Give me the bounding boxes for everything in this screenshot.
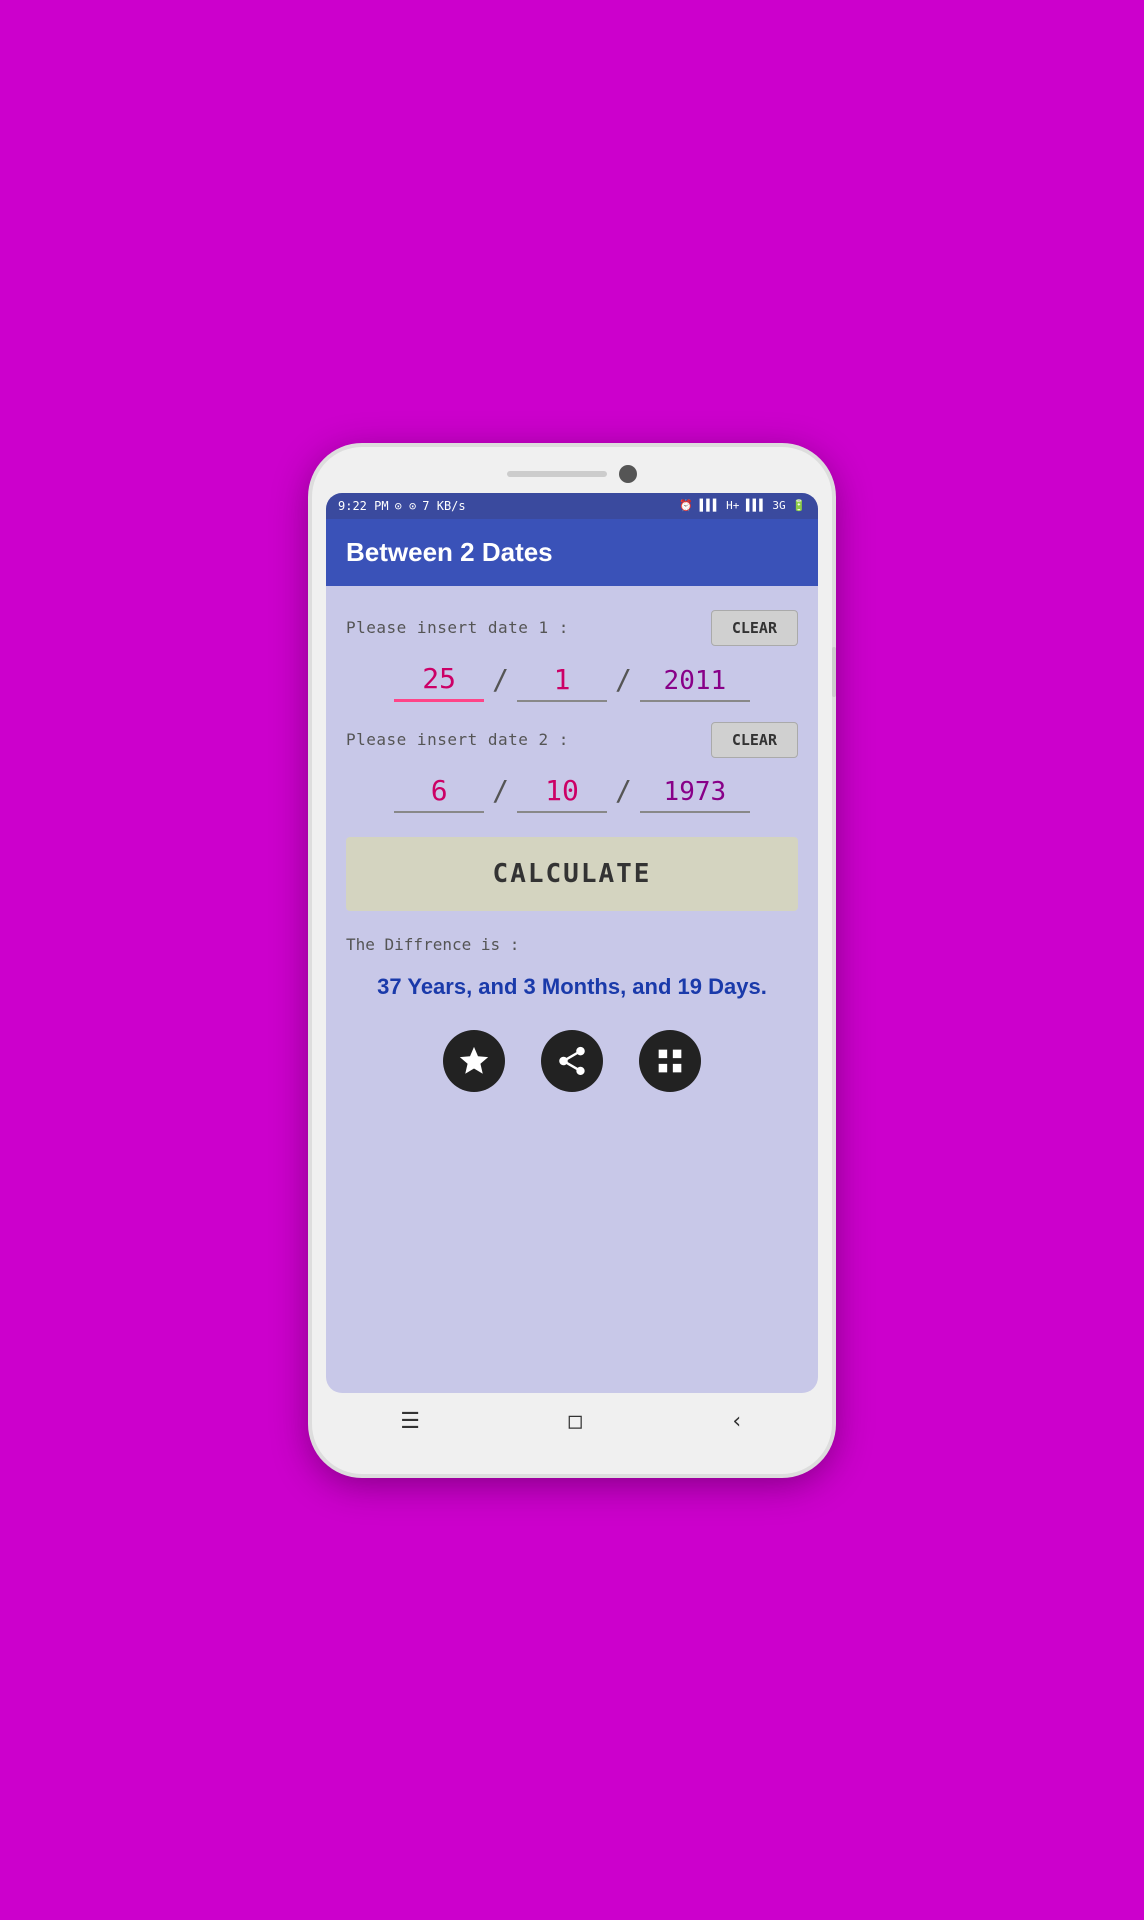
date1-sep2: / bbox=[615, 663, 632, 696]
status-right: ⏰ ▌▌▌ H+ ▌▌▌ 3G 🔋 bbox=[679, 499, 806, 512]
date2-day-input[interactable] bbox=[394, 774, 484, 813]
phone-top-hardware bbox=[326, 465, 818, 483]
phone-screen: 9:22 PM ⊙ ⊙ 7 KB/s ⏰ ▌▌▌ H+ ▌▌▌ 3G 🔋 Bet… bbox=[326, 493, 818, 1393]
favorite-icon bbox=[457, 1044, 491, 1078]
network-speed: 7 KB/s bbox=[422, 499, 465, 513]
status-bar: 9:22 PM ⊙ ⊙ 7 KB/s ⏰ ▌▌▌ H+ ▌▌▌ 3G 🔋 bbox=[326, 493, 818, 519]
phone-nav-bar: ☰ □ ‹ bbox=[326, 1393, 818, 1444]
time-display: 9:22 PM bbox=[338, 499, 389, 513]
result-value: 37 Years, and 3 Months, and 19 Days. bbox=[346, 974, 798, 1000]
date1-day-input[interactable] bbox=[394, 662, 484, 702]
share-button[interactable] bbox=[541, 1030, 603, 1092]
action-icons-row bbox=[346, 1030, 798, 1092]
app-title: Between 2 Dates bbox=[346, 537, 553, 567]
result-section: The Diffrence is : 37 Years, and 3 Month… bbox=[346, 935, 798, 1000]
date2-label: Please insert date 2 : bbox=[346, 730, 569, 749]
date1-section: Please insert date 1 : CLEAR / / bbox=[346, 610, 798, 702]
grid-icon bbox=[653, 1044, 687, 1078]
date1-month-input[interactable] bbox=[517, 663, 607, 702]
date1-label-row: Please insert date 1 : CLEAR bbox=[346, 610, 798, 646]
grid-button[interactable] bbox=[639, 1030, 701, 1092]
app-content: Please insert date 1 : CLEAR / / Please … bbox=[326, 586, 818, 1126]
favorite-button[interactable] bbox=[443, 1030, 505, 1092]
date1-year-input[interactable] bbox=[640, 666, 750, 702]
date2-section: Please insert date 2 : CLEAR / / bbox=[346, 722, 798, 813]
date1-sep1: / bbox=[492, 663, 509, 696]
speaker bbox=[507, 471, 607, 477]
phone-device: 9:22 PM ⊙ ⊙ 7 KB/s ⏰ ▌▌▌ H+ ▌▌▌ 3G 🔋 Bet… bbox=[312, 447, 832, 1474]
nav-back-button[interactable]: ‹ bbox=[730, 1409, 743, 1434]
result-label: The Diffrence is : bbox=[346, 935, 798, 954]
clear-date1-button[interactable]: CLEAR bbox=[711, 610, 798, 646]
clear-date2-button[interactable]: CLEAR bbox=[711, 722, 798, 758]
date2-sep2: / bbox=[615, 774, 632, 807]
share-icon bbox=[555, 1044, 589, 1078]
date1-label: Please insert date 1 : bbox=[346, 618, 569, 637]
nav-menu-button[interactable]: ☰ bbox=[400, 1409, 420, 1434]
status-left: 9:22 PM ⊙ ⊙ 7 KB/s bbox=[338, 499, 466, 513]
date2-label-row: Please insert date 2 : CLEAR bbox=[346, 722, 798, 758]
date2-inputs-row: / / bbox=[346, 774, 798, 813]
nav-home-button[interactable]: □ bbox=[569, 1409, 582, 1434]
status-right-icons: ⏰ ▌▌▌ H+ ▌▌▌ 3G 🔋 bbox=[679, 499, 806, 512]
status-icons: ⊙ ⊙ bbox=[395, 499, 417, 513]
front-camera bbox=[619, 465, 637, 483]
date2-year-input[interactable] bbox=[640, 777, 750, 813]
side-button bbox=[832, 647, 836, 697]
calculate-button[interactable]: CALCULATE bbox=[346, 837, 798, 911]
date2-sep1: / bbox=[492, 774, 509, 807]
date2-month-input[interactable] bbox=[517, 774, 607, 813]
date1-inputs-row: / / bbox=[346, 662, 798, 702]
app-header: Between 2 Dates bbox=[326, 519, 818, 586]
